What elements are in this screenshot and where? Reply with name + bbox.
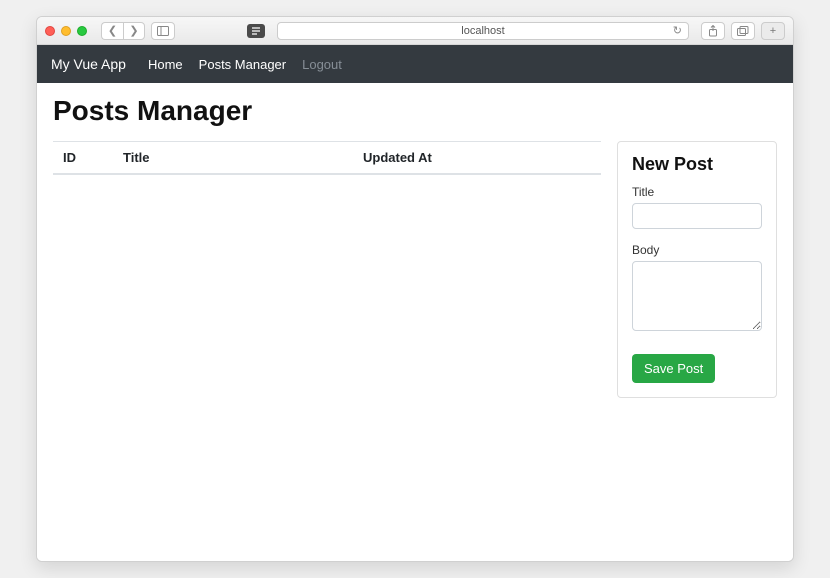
body-label: Body: [632, 243, 762, 257]
nav-link-logout[interactable]: Logout: [302, 57, 342, 72]
title-input[interactable]: [632, 203, 762, 229]
forward-button[interactable]: ❯: [123, 22, 145, 40]
title-label: Title: [632, 185, 762, 199]
url-text: localhost: [461, 25, 504, 37]
page-title: Posts Manager: [53, 95, 777, 127]
table-header-row: ID Title Updated At: [53, 142, 601, 175]
address-bar[interactable]: localhost ↻: [277, 22, 689, 40]
reload-icon[interactable]: ↻: [673, 24, 682, 37]
posts-table-wrap: ID Title Updated At: [53, 141, 601, 398]
tabs-icon: [737, 26, 749, 36]
close-window-button[interactable]: [45, 26, 55, 36]
reader-badge[interactable]: [247, 24, 265, 38]
sidebar-icon: [157, 26, 169, 36]
browser-chrome: ❮ ❯ localhost ↻ +: [37, 17, 793, 45]
save-post-button[interactable]: Save Post: [632, 354, 715, 383]
page: My Vue App Home Posts Manager Logout Pos…: [37, 45, 793, 561]
navbar: My Vue App Home Posts Manager Logout: [37, 45, 793, 83]
back-button[interactable]: ❮: [101, 22, 123, 40]
nav-link-posts[interactable]: Posts Manager: [199, 57, 286, 72]
columns: ID Title Updated At New Post Title Body: [53, 141, 777, 398]
posts-table: ID Title Updated At: [53, 141, 601, 175]
new-tab-button[interactable]: +: [761, 22, 785, 40]
share-button[interactable]: [701, 22, 725, 40]
col-id: ID: [53, 142, 113, 175]
form-heading: New Post: [632, 154, 762, 175]
content: Posts Manager ID Title Updated At: [37, 83, 793, 561]
window-controls: [45, 26, 87, 36]
brand[interactable]: My Vue App: [51, 56, 126, 72]
reader-icon: [251, 27, 261, 35]
sidebar-toggle-button[interactable]: [151, 22, 175, 40]
nav-arrows: ❮ ❯: [101, 22, 145, 40]
nav-link-home[interactable]: Home: [148, 57, 183, 72]
browser-window: ❮ ❯ localhost ↻ + My Vue App Home Po: [36, 16, 794, 562]
body-textarea[interactable]: [632, 261, 762, 331]
maximize-window-button[interactable]: [77, 26, 87, 36]
col-updated-at: Updated At: [353, 142, 601, 175]
minimize-window-button[interactable]: [61, 26, 71, 36]
col-title: Title: [113, 142, 353, 175]
new-post-card: New Post Title Body Save Post: [617, 141, 777, 398]
toolbar-right: +: [701, 22, 785, 40]
tabs-button[interactable]: [731, 22, 755, 40]
share-icon: [708, 25, 718, 37]
